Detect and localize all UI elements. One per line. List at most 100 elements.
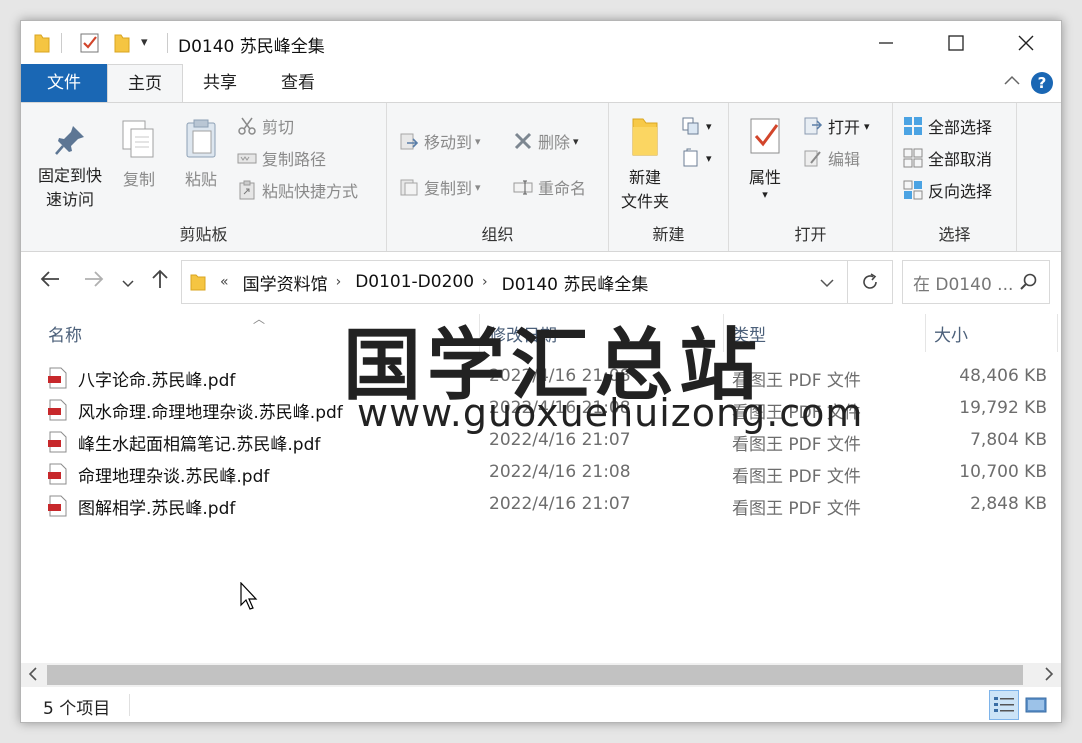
file-type: 看图王 PDF 文件 <box>732 467 861 487</box>
properties-dropdown-icon: ▾ <box>762 188 768 201</box>
breadcrumb-segment[interactable]: D0101-D0200 <box>355 272 474 292</box>
new-item-icon <box>682 117 699 135</box>
delete-icon <box>514 132 532 150</box>
scroll-right-icon[interactable] <box>1043 664 1055 689</box>
title-bar: ▾ D0140 苏民峰全集 <box>21 21 1061 64</box>
up-arrow-icon <box>152 269 168 288</box>
move-to-button[interactable]: 移动到 ▾ <box>399 128 481 154</box>
new-folder-icon[interactable] <box>113 32 131 54</box>
open-icon <box>804 117 823 135</box>
paste-button[interactable]: 粘贴 <box>175 117 227 192</box>
refresh-button[interactable] <box>847 260 893 304</box>
pin-label-line1: 固定到快 <box>37 166 102 185</box>
column-header-size[interactable]: 大小 <box>934 321 968 346</box>
breadcrumb-chevron-icon[interactable]: › <box>482 274 488 290</box>
details-view-button[interactable] <box>989 690 1019 720</box>
pin-icon <box>55 126 84 155</box>
pin-label-line2: 速访问 <box>45 190 94 209</box>
select-none-button[interactable]: 全部取消 <box>903 145 992 171</box>
easy-access-icon <box>683 148 698 167</box>
organize-group-label: 组织 <box>481 225 514 244</box>
delete-button[interactable]: 删除 ▾ <box>513 128 579 154</box>
select-none-icon <box>903 148 923 168</box>
file-name: 图解相学.苏民峰.pdf <box>78 499 236 519</box>
search-placeholder: 在 D0140 ... <box>913 274 1014 295</box>
copy-to-label: 复制到 <box>424 179 473 198</box>
select-group: 全部选择 全部取消 反向选择 选择 <box>893 103 1017 251</box>
divider <box>61 33 62 53</box>
address-dropdown-icon[interactable] <box>819 275 835 291</box>
file-size: 2,848 KB <box>970 494 1047 514</box>
pin-quick-access-button[interactable]: 固定到快 速访问 <box>29 123 111 212</box>
refresh-icon <box>862 273 877 289</box>
file-date: 2022/4/16 21:08 <box>489 462 631 482</box>
column-divider[interactable] <box>925 314 926 352</box>
minimize-button[interactable] <box>851 21 921 64</box>
up-button[interactable] <box>149 268 171 295</box>
paste-icon <box>186 119 216 158</box>
file-date: 2022/4/16 21:07 <box>489 494 631 514</box>
large-icons-view-button[interactable] <box>1021 690 1051 720</box>
organize-group: 移动到 ▾ 复制到 ▾ 删除 ▾ 重命名 组织 <box>387 103 609 251</box>
close-button[interactable] <box>991 21 1061 64</box>
copy-to-icon <box>400 179 418 196</box>
file-row[interactable]: 图解相学.苏民峰.pdf 2022/4/16 21:07 看图王 PDF 文件 … <box>21 489 1061 521</box>
paste-shortcut-label: 粘贴快捷方式 <box>262 182 359 201</box>
new-item-button[interactable]: ▾ <box>681 113 712 139</box>
breadcrumb-segment[interactable]: D0140 苏民峰全集 <box>502 270 649 295</box>
copy-to-button[interactable]: 复制到 ▾ <box>399 174 481 200</box>
pdf-file-icon <box>48 463 67 485</box>
window-title: D0140 苏民峰全集 <box>178 37 325 57</box>
paste-shortcut-button[interactable]: 粘贴快捷方式 <box>237 177 358 203</box>
maximize-button[interactable] <box>921 21 991 64</box>
easy-access-button[interactable]: ▾ <box>681 145 712 171</box>
scroll-left-icon[interactable] <box>27 664 39 689</box>
help-button[interactable]: ? <box>1031 72 1053 94</box>
edit-button[interactable]: 编辑 <box>803 145 860 171</box>
tab-share[interactable]: 共享 <box>187 64 253 102</box>
tab-view[interactable]: 查看 <box>263 64 333 102</box>
breadcrumb-chevron-icon[interactable]: › <box>336 274 342 290</box>
paste-shortcut-icon <box>239 180 255 200</box>
rename-label: 重命名 <box>538 179 587 198</box>
open-button[interactable]: 打开 ▾ <box>803 113 870 139</box>
divider <box>129 694 130 716</box>
properties-icon[interactable] <box>79 32 101 54</box>
invert-selection-icon <box>903 180 923 200</box>
move-to-label: 移动到 <box>424 133 473 152</box>
back-button[interactable] <box>39 268 61 295</box>
clipboard-group: 固定到快 速访问 复制 粘贴 剪切 复制路径 粘贴快捷方式 剪贴板 <box>21 103 387 251</box>
copy-icon <box>122 120 154 158</box>
invert-selection-label: 反向选择 <box>928 182 993 201</box>
minimize-icon <box>879 41 893 44</box>
tab-file[interactable]: 文件 <box>21 64 107 102</box>
large-icons-view-icon <box>1025 697 1047 713</box>
file-type: 看图王 PDF 文件 <box>732 499 861 519</box>
properties-button[interactable]: 属性 ▾ <box>737 115 793 200</box>
invert-selection-button[interactable]: 反向选择 <box>903 177 992 203</box>
file-size: 48,406 KB <box>959 366 1047 386</box>
quick-access-dropdown-icon[interactable]: ▾ <box>141 35 148 57</box>
new-group-label: 新建 <box>652 225 685 244</box>
new-folder-button[interactable]: 新建 文件夹 <box>615 115 675 214</box>
recent-locations-button[interactable] <box>121 272 135 296</box>
scrollbar-thumb[interactable] <box>47 665 1023 685</box>
tab-home[interactable]: 主页 <box>107 64 183 103</box>
copy-path-button[interactable]: 复制路径 <box>237 145 326 171</box>
breadcrumb-segment[interactable]: 国学资料馆 <box>243 270 328 295</box>
mouse-pointer-icon <box>240 582 258 610</box>
column-divider[interactable] <box>1057 314 1058 352</box>
select-all-button[interactable]: 全部选择 <box>903 113 992 139</box>
column-header-name[interactable]: 名称 <box>48 321 82 346</box>
forward-button[interactable] <box>83 268 105 295</box>
address-overflow[interactable]: « <box>220 274 229 290</box>
rename-button[interactable]: 重命名 <box>513 174 586 200</box>
cut-button[interactable]: 剪切 <box>237 113 294 139</box>
copy-button[interactable]: 复制 <box>113 117 165 192</box>
address-bar[interactable]: « 国学资料馆 › D0101-D0200 › D0140 苏民峰全集 <box>181 260 848 304</box>
horizontal-scrollbar[interactable] <box>21 663 1061 687</box>
pdf-file-icon <box>48 367 67 389</box>
collapse-ribbon-icon[interactable] <box>1003 70 1021 91</box>
file-row[interactable]: 命理地理杂谈.苏民峰.pdf 2022/4/16 21:08 看图王 PDF 文… <box>21 457 1061 489</box>
search-box[interactable]: 在 D0140 ... <box>902 260 1050 304</box>
